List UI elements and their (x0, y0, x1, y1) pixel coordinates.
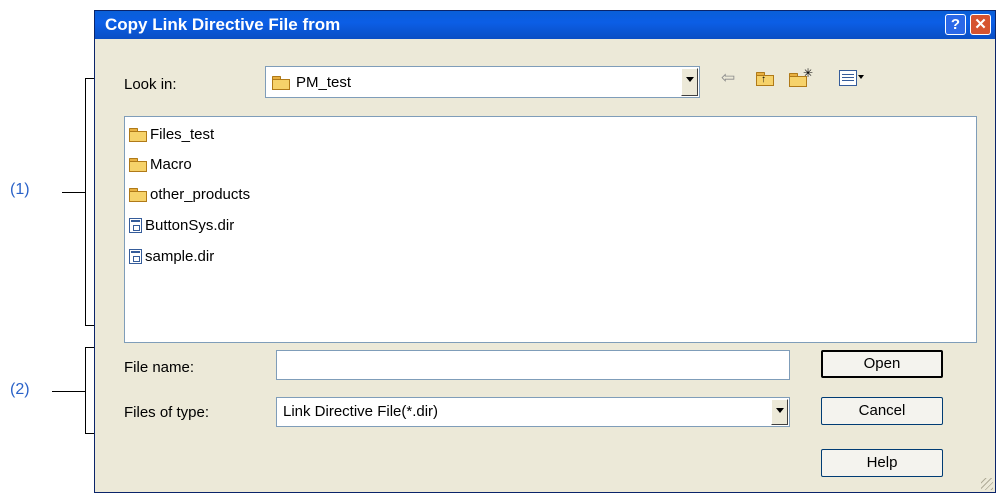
list-item-label: Macro (150, 155, 192, 173)
file-icon (129, 248, 142, 264)
file-type-label: Files of type: (124, 404, 210, 421)
list-item-label: ButtonSys.dir (145, 216, 235, 234)
help-icon[interactable]: ? (945, 14, 966, 35)
help-button[interactable]: Help (821, 449, 943, 477)
file-name-label: File name: (124, 359, 195, 376)
new-folder-icon[interactable]: ✳ (789, 66, 813, 87)
list-item[interactable]: Macro (129, 155, 192, 173)
cancel-button[interactable]: Cancel (821, 397, 943, 425)
resize-grip[interactable] (981, 478, 993, 490)
file-name-input[interactable] (276, 350, 790, 380)
look-in-label: Look in: (124, 76, 177, 93)
list-item-label: other_products (150, 185, 251, 203)
back-arrow-icon[interactable]: ⇦ (721, 68, 735, 88)
dialog-title: Copy Link Directive File from (105, 15, 341, 34)
up-one-level-icon[interactable]: ↑ (756, 71, 774, 86)
callout-1-leader (62, 192, 85, 193)
chevron-down-icon[interactable] (681, 68, 698, 96)
look-in-value: PM_test (296, 74, 352, 91)
file-type-dropdown[interactable]: Link Directive File(*.dir) (276, 397, 790, 427)
folder-icon (129, 187, 147, 202)
file-icon (129, 217, 142, 233)
close-icon[interactable]: ✕ (970, 14, 991, 35)
callout-1: (1) (10, 181, 30, 198)
file-type-value: Link Directive File(*.dir) (283, 403, 439, 420)
list-item[interactable]: other_products (129, 185, 250, 203)
file-list[interactable]: Files_test Macro other_products ButtonSy… (124, 116, 977, 343)
open-button[interactable]: Open (821, 350, 943, 378)
look-in-dropdown[interactable]: PM_test (265, 66, 700, 98)
folder-icon (272, 76, 290, 90)
view-menu-icon[interactable] (839, 70, 869, 86)
list-item[interactable]: Files_test (129, 125, 214, 143)
list-item[interactable]: ButtonSys.dir (129, 216, 234, 234)
file-dialog: Copy Link Directive File from ? ✕ Look i… (94, 10, 996, 493)
list-item-label: sample.dir (145, 247, 215, 265)
folder-icon (129, 127, 147, 142)
callout-2: (2) (10, 381, 30, 398)
folder-icon (129, 157, 147, 172)
callout-2-leader (52, 391, 85, 392)
title-bar[interactable]: Copy Link Directive File from ? ✕ (95, 11, 995, 39)
list-item[interactable]: sample.dir (129, 247, 214, 265)
chevron-down-icon[interactable] (771, 399, 788, 425)
list-item-label: Files_test (150, 125, 215, 143)
